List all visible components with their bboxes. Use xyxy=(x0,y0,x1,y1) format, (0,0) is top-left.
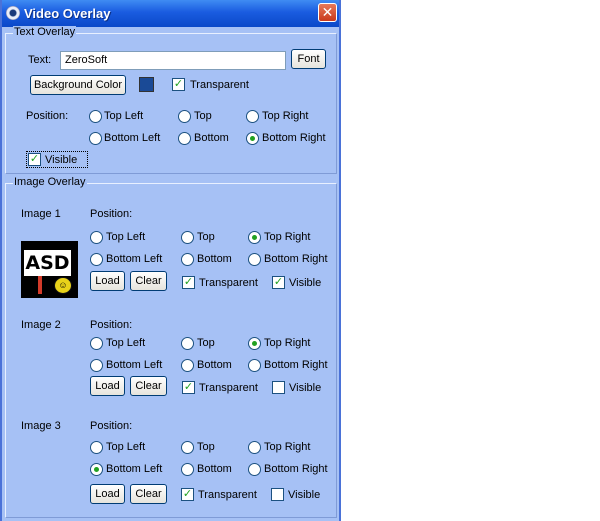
image-2-pos-top-left-radio[interactable] xyxy=(90,337,103,350)
image-2-pos-bottom-right-radio[interactable] xyxy=(248,359,261,372)
image-1-pos-top-left-label: Top Left xyxy=(106,231,146,243)
image-3-pos-bottom-left-radio[interactable] xyxy=(90,463,103,476)
image-3-pos-bottom-radio[interactable] xyxy=(181,463,194,476)
text-pos-top-right-radio[interactable] xyxy=(246,110,259,123)
background-color-button[interactable]: Background Color xyxy=(30,75,126,95)
image-2-pos-top-label: Top xyxy=(197,337,215,349)
image-1-transparent-label: Transparent xyxy=(199,277,258,289)
image-3-transparent-label: Transparent xyxy=(198,489,257,501)
image-1-pos-bottom-radio[interactable] xyxy=(181,253,194,266)
image-3-pos-top-right-label: Top Right xyxy=(264,441,311,453)
font-button[interactable]: Font xyxy=(291,49,326,69)
image-2-row: Image 2 Position: Top Left Top Top Right… xyxy=(6,316,336,401)
image-1-pos-bottom-left-label: Bottom Left xyxy=(106,253,163,265)
image-1-thumbnail: ASD ☺ xyxy=(21,241,78,298)
image-3-position-label: Position: xyxy=(90,420,133,432)
image-3-pos-bottom-label: Bottom xyxy=(197,463,232,475)
image-3-label: Image 3 xyxy=(21,420,61,432)
image-3-visible-checkbox[interactable] xyxy=(271,488,284,501)
text-pos-top-label: Top xyxy=(194,110,212,122)
text-pos-top-left-label: Top Left xyxy=(104,110,144,122)
image-1-pos-bottom-left-radio[interactable] xyxy=(90,253,103,266)
image-1-clear-button[interactable]: Clear xyxy=(130,271,167,291)
image-3-visible-label: Visible xyxy=(288,489,321,501)
window-title: Video Overlay xyxy=(24,6,111,21)
text-pos-bottom-right-radio[interactable] xyxy=(246,132,259,145)
thumbnail-stick xyxy=(38,276,42,294)
overlay-text-input[interactable]: ZeroSoft xyxy=(60,51,286,70)
image-1-position-label: Position: xyxy=(90,208,133,220)
image-2-pos-bottom-right-label: Bottom Right xyxy=(264,359,328,371)
image-2-pos-top-right-radio[interactable] xyxy=(248,337,261,350)
text-pos-bottom-right-label: Bottom Right xyxy=(262,132,326,144)
thumbnail-sign: ASD xyxy=(24,250,71,276)
image-1-pos-top-label: Top xyxy=(197,231,215,243)
image-1-pos-bottom-right-label: Bottom Right xyxy=(264,253,328,265)
text-pos-bottom-label: Bottom xyxy=(194,132,229,144)
image-1-visible-label: Visible xyxy=(289,277,322,289)
text-pos-top-radio[interactable] xyxy=(178,110,191,123)
image-3-pos-top-label: Top xyxy=(197,441,215,453)
image-3-pos-top-left-radio[interactable] xyxy=(90,441,103,454)
image-1-pos-top-right-radio[interactable] xyxy=(248,231,261,244)
image-3-row: Image 3 Position: Top Left Top Top Right… xyxy=(6,417,336,507)
image-1-transparent-checkbox[interactable]: ✓ xyxy=(182,276,195,289)
image-2-clear-button[interactable]: Clear xyxy=(130,376,167,396)
image-3-load-button[interactable]: Load xyxy=(90,484,125,504)
image-3-pos-bottom-left-label: Bottom Left xyxy=(106,463,163,475)
app-icon[interactable] xyxy=(6,6,20,20)
title-bar[interactable]: Video Overlay ✕ xyxy=(2,0,339,27)
text-pos-bottom-radio[interactable] xyxy=(178,132,191,145)
text-transparent-checkbox[interactable]: ✓ xyxy=(172,78,185,91)
image-1-label: Image 1 xyxy=(21,208,61,220)
text-pos-top-right-label: Top Right xyxy=(262,110,309,122)
image-3-pos-top-right-radio[interactable] xyxy=(248,441,261,454)
text-pos-bottom-left-radio[interactable] xyxy=(89,132,102,145)
image-2-pos-top-radio[interactable] xyxy=(181,337,194,350)
image-2-pos-top-right-label: Top Right xyxy=(264,337,311,349)
image-1-pos-bottom-right-radio[interactable] xyxy=(248,253,261,266)
image-2-transparent-checkbox[interactable]: ✓ xyxy=(182,381,195,394)
text-visible-label: Visible xyxy=(45,154,78,166)
text-overlay-legend: Text Overlay xyxy=(13,26,77,38)
image-1-load-button[interactable]: Load xyxy=(90,271,125,291)
text-pos-top-left-radio[interactable] xyxy=(89,110,102,123)
text-overlay-group: Text Overlay Text: ZeroSoft Font Backgro… xyxy=(5,26,337,174)
video-overlay-window: Video Overlay ✕ Text Overlay Text: ZeroS… xyxy=(0,0,341,521)
text-position-label: Position: xyxy=(26,110,69,122)
image-1-row: Image 1 Position: ASD ☺ Top Left Top Top… xyxy=(6,184,336,298)
text-pos-bottom-left-label: Bottom Left xyxy=(104,132,161,144)
image-1-pos-top-left-radio[interactable] xyxy=(90,231,103,244)
text-label: Text: xyxy=(28,54,52,66)
image-1-visible-checkbox[interactable]: ✓ xyxy=(272,276,285,289)
image-2-position-label: Position: xyxy=(90,319,133,331)
text-transparent-label: Transparent xyxy=(190,79,249,91)
image-2-load-button[interactable]: Load xyxy=(90,376,125,396)
image-2-pos-top-left-label: Top Left xyxy=(106,337,146,349)
image-3-pos-top-radio[interactable] xyxy=(181,441,194,454)
text-visible-checkbox[interactable]: ✓ xyxy=(28,153,41,166)
image-1-pos-top-right-label: Top Right xyxy=(264,231,311,243)
image-3-clear-button[interactable]: Clear xyxy=(130,484,167,504)
image-1-pos-bottom-label: Bottom xyxy=(197,253,232,265)
image-3-pos-bottom-right-label: Bottom Right xyxy=(264,463,328,475)
image-3-pos-bottom-right-radio[interactable] xyxy=(248,463,261,476)
background-color-swatch[interactable] xyxy=(139,77,154,92)
image-2-pos-bottom-left-label: Bottom Left xyxy=(106,359,163,371)
image-3-transparent-checkbox[interactable]: ✓ xyxy=(181,488,194,501)
close-button[interactable]: ✕ xyxy=(318,3,337,22)
image-2-pos-bottom-label: Bottom xyxy=(197,359,232,371)
smiley-icon: ☺ xyxy=(54,277,72,294)
image-1-pos-top-radio[interactable] xyxy=(181,231,194,244)
image-3-pos-top-left-label: Top Left xyxy=(106,441,146,453)
image-overlay-group: Image Overlay Image 1 Position: ASD ☺ To… xyxy=(5,176,337,518)
image-2-label: Image 2 xyxy=(21,319,61,331)
image-2-transparent-label: Transparent xyxy=(199,382,258,394)
image-2-visible-checkbox[interactable] xyxy=(272,381,285,394)
image-2-pos-bottom-radio[interactable] xyxy=(181,359,194,372)
image-2-pos-bottom-left-radio[interactable] xyxy=(90,359,103,372)
image-2-visible-label: Visible xyxy=(289,382,322,394)
